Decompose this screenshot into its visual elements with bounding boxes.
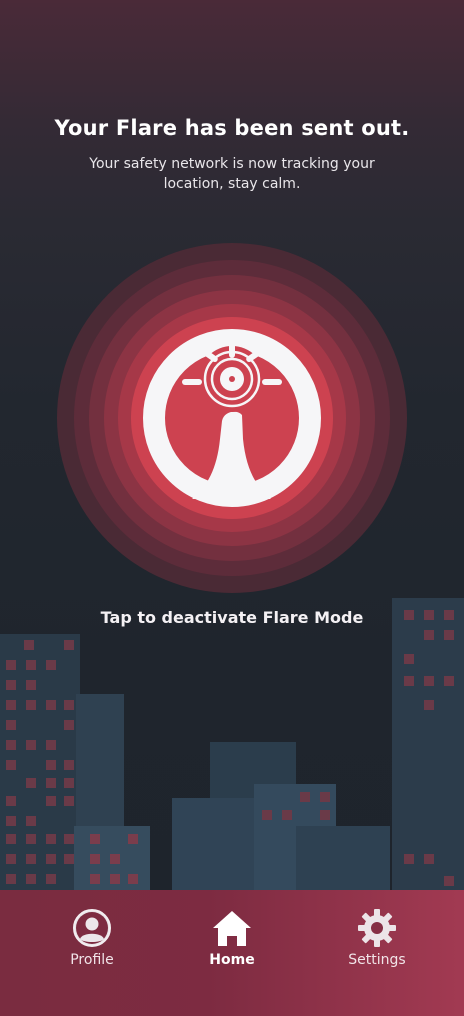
page-subtitle: Your safety network is now tracking your…	[89, 156, 375, 192]
page-title: Your Flare has been sent out.	[54, 116, 410, 140]
flare-button[interactable]	[57, 243, 407, 593]
nav-profile[interactable]: Profile	[37, 908, 147, 968]
nav-settings[interactable]: Settings	[322, 908, 432, 968]
city-skyline-illustration	[0, 590, 464, 902]
header: Your Flare has been sent out. Your safet…	[0, 116, 464, 194]
nav-settings-label: Settings	[348, 952, 406, 968]
bottom-navbar: Profile Home Settings	[0, 890, 464, 1016]
home-icon	[213, 911, 251, 946]
nav-profile-label: Profile	[70, 952, 114, 968]
profile-icon	[73, 909, 111, 947]
nav-home[interactable]: Home	[177, 908, 287, 968]
gear-icon	[358, 909, 396, 947]
nav-home-label: Home	[209, 952, 255, 968]
